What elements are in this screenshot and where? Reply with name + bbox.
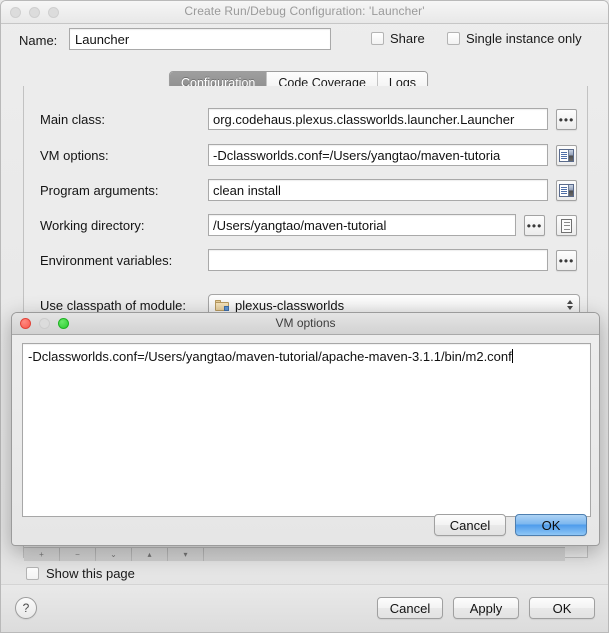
vm-options-label: VM options:	[40, 148, 109, 163]
main-class-label: Main class:	[40, 112, 106, 127]
ellipsis-icon: •••	[526, 218, 543, 233]
share-checkbox-group[interactable]: Share	[371, 31, 425, 46]
toolbar-cell[interactable]: +	[24, 548, 60, 561]
main-class-input[interactable]: org.codehaus.plexus.classworlds.launcher…	[208, 108, 548, 130]
toolbar-cell[interactable]: ▴	[132, 548, 168, 561]
expand-editor-icon	[559, 149, 574, 162]
environment-variables-input[interactable]	[208, 249, 548, 271]
program-arguments-row: Program arguments: clean install	[24, 179, 587, 203]
single-instance-label: Single instance only	[466, 31, 582, 46]
main-class-row: Main class: org.codehaus.plexus.classwor…	[24, 108, 587, 132]
name-label: Name:	[19, 33, 58, 48]
cancel-button[interactable]: Cancel	[377, 597, 443, 619]
use-classpath-of-module-label: Use classpath of module:	[40, 298, 186, 313]
toolbar-cell[interactable]: ⌄	[96, 548, 132, 561]
share-label: Share	[390, 31, 425, 46]
main-window-titlebar: Create Run/Debug Configuration: 'Launche…	[1, 1, 608, 24]
show-this-page-label: Show this page	[46, 566, 135, 581]
vm-options-textarea[interactable]: -Dclassworlds.conf=/Users/yangtao/maven-…	[22, 343, 591, 517]
share-checkbox[interactable]	[371, 32, 384, 45]
working-directory-ellipsis-button[interactable]: •••	[524, 215, 545, 236]
main-window-bottom-bar: ? Cancel Apply OK	[1, 584, 608, 632]
single-instance-checkbox[interactable]	[447, 32, 460, 45]
toolbar-cell[interactable]: −	[60, 548, 96, 561]
toolbar-cell[interactable]: ▾	[168, 548, 204, 561]
vm-options-titlebar: VM options	[12, 313, 599, 335]
macro-document-icon	[561, 218, 572, 233]
environment-variables-row: Environment variables: •••	[24, 249, 587, 273]
program-arguments-label: Program arguments:	[40, 183, 159, 198]
window-title: Create Run/Debug Configuration: 'Launche…	[184, 4, 425, 18]
ok-button[interactable]: OK	[529, 597, 595, 619]
show-this-page-checkbox[interactable]	[26, 567, 39, 580]
chevron-updown-icon	[567, 300, 573, 310]
show-this-page-row[interactable]: Show this page	[26, 566, 135, 581]
working-directory-label: Working directory:	[40, 218, 145, 233]
ellipsis-icon: •••	[558, 112, 575, 127]
name-input[interactable]: Launcher	[69, 28, 331, 50]
apply-button[interactable]: Apply	[453, 597, 519, 619]
program-arguments-expand-editor-button[interactable]	[556, 180, 577, 201]
screenshot-root: Create Run/Debug Configuration: 'Launche…	[0, 0, 609, 633]
expand-editor-icon	[559, 184, 574, 197]
program-arguments-input[interactable]: clean install	[208, 179, 548, 201]
vm-options-cancel-button[interactable]: Cancel	[434, 514, 506, 536]
single-instance-checkbox-group[interactable]: Single instance only	[447, 31, 582, 46]
toolbar-cell	[204, 548, 565, 561]
help-button[interactable]: ?	[15, 597, 37, 619]
vm-options-dialog-buttons: Cancel OK	[434, 514, 587, 536]
vm-options-dialog-title: VM options	[275, 316, 336, 330]
name-row: Name: Launcher Share Single instance onl…	[1, 28, 608, 56]
vm-options-expand-editor-button[interactable]	[556, 145, 577, 166]
working-directory-macro-button[interactable]	[556, 215, 577, 236]
text-caret	[511, 349, 513, 363]
working-directory-input[interactable]: /Users/yangtao/maven-tutorial	[208, 214, 516, 236]
vm-options-row: VM options: -Dclassworlds.conf=/Users/ya…	[24, 144, 587, 168]
main-window-action-buttons: Cancel Apply OK	[377, 597, 595, 619]
vm-options-input[interactable]: -Dclassworlds.conf=/Users/yangtao/maven-…	[208, 144, 548, 166]
vm-options-dialog: VM options -Dclassworlds.conf=/Users/yan…	[11, 312, 600, 546]
environment-variables-ellipsis-button[interactable]: •••	[556, 250, 577, 271]
folder-module-icon	[215, 299, 229, 311]
vm-options-textarea-value: -Dclassworlds.conf=/Users/yangtao/maven-…	[28, 349, 512, 364]
ellipsis-icon: •••	[558, 253, 575, 268]
working-directory-row: Working directory: /Users/yangtao/maven-…	[24, 214, 587, 238]
environment-variables-label: Environment variables:	[40, 253, 173, 268]
main-class-ellipsis-icon[interactable]: •••	[556, 109, 577, 130]
vm-options-ok-button[interactable]: OK	[515, 514, 587, 536]
hidden-toolbar-strip: + − ⌄ ▴ ▾	[24, 547, 565, 561]
module-dropdown-value: plexus-classworlds	[235, 297, 345, 313]
